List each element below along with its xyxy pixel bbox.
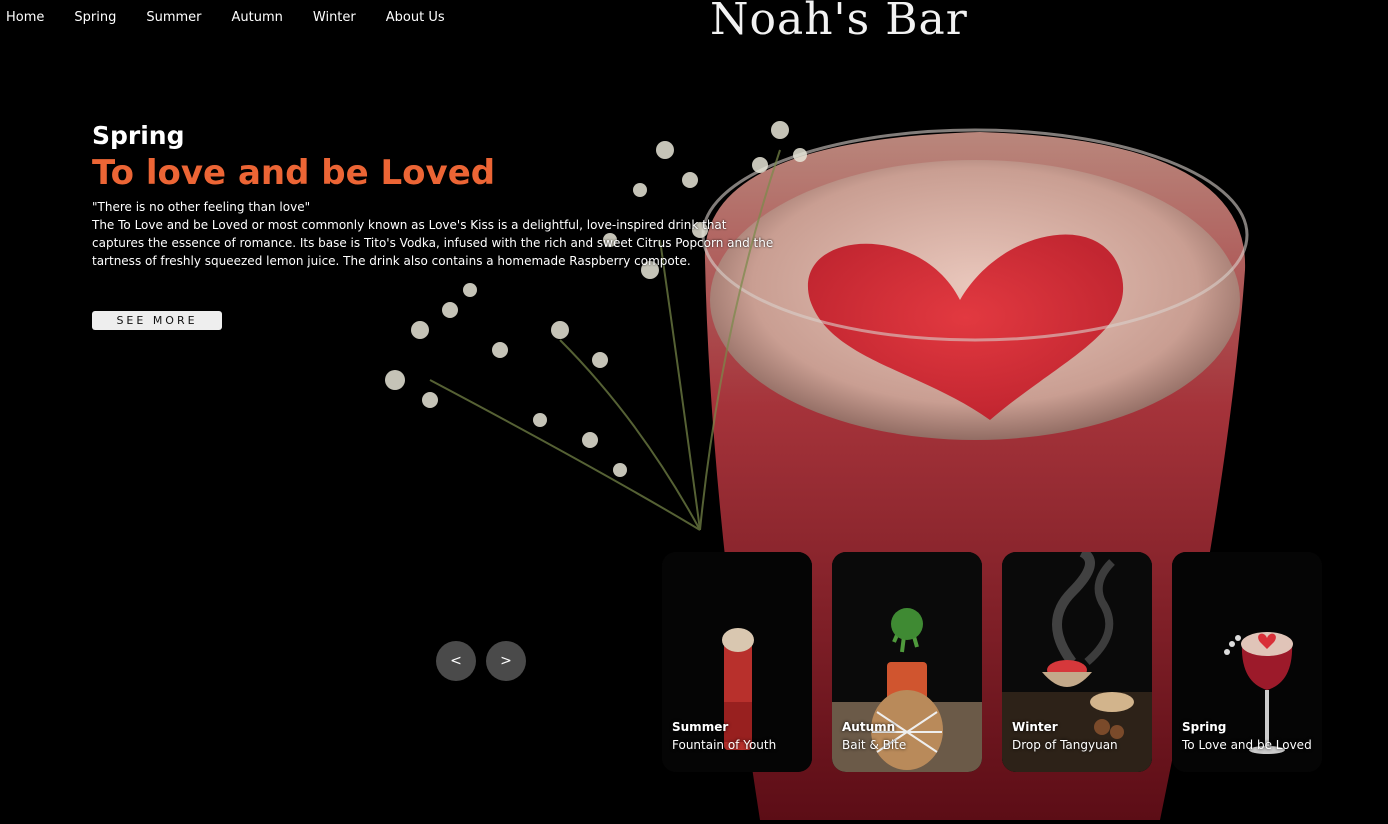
card-season: Summer (672, 720, 729, 734)
card-season: Spring (1182, 720, 1227, 734)
nav-summer-link[interactable]: Summer (146, 10, 201, 26)
card-label: Summer Fountain of Youth (672, 718, 776, 754)
card-winter[interactable]: Winter Drop of Tangyuan (1002, 552, 1152, 772)
card-summer[interactable]: Summer Fountain of Youth (662, 552, 812, 772)
card-label: Autumn Bait & Bite (842, 718, 906, 754)
nav-spring-link[interactable]: Spring (74, 10, 116, 26)
card-label: Spring To Love and be Loved (1182, 718, 1312, 754)
main-nav: Home Spring Summer Autumn Winter About U… (6, 10, 475, 26)
card-name: To Love and be Loved (1182, 738, 1312, 752)
card-name: Fountain of Youth (672, 738, 777, 752)
card-name: Bait & Bite (842, 738, 907, 752)
nav-about-link[interactable]: About Us (386, 10, 445, 26)
card-spring[interactable]: Spring To Love and be Loved (1172, 552, 1322, 772)
card-season: Winter (1012, 720, 1058, 734)
card-autumn[interactable]: Autumn Bait & Bite (832, 552, 982, 772)
card-season: Autumn (842, 720, 896, 734)
card-label: Winter Drop of Tangyuan (1012, 718, 1118, 754)
hero-description: The To Love and be Loved or most commonl… (92, 218, 774, 268)
card-name: Drop of Tangyuan (1012, 738, 1118, 752)
hero-intro: Spring To love and be Loved "There is no… (92, 120, 792, 270)
see-more-button[interactable]: SEE MORE (92, 311, 222, 330)
brand-title: Noah's Bar (710, 0, 968, 45)
nav-autumn-link[interactable]: Autumn (232, 10, 283, 26)
nav-winter-link[interactable]: Winter (313, 10, 356, 26)
hero-season: Spring (92, 121, 185, 150)
nav-home-link[interactable]: Home (6, 10, 44, 26)
prev-arrow-button[interactable]: < (436, 641, 476, 681)
hero-title: To love and be Loved (92, 153, 496, 193)
next-arrow-button[interactable]: > (486, 641, 526, 681)
hero-quote: "There is no other feeling than love" (92, 200, 311, 214)
